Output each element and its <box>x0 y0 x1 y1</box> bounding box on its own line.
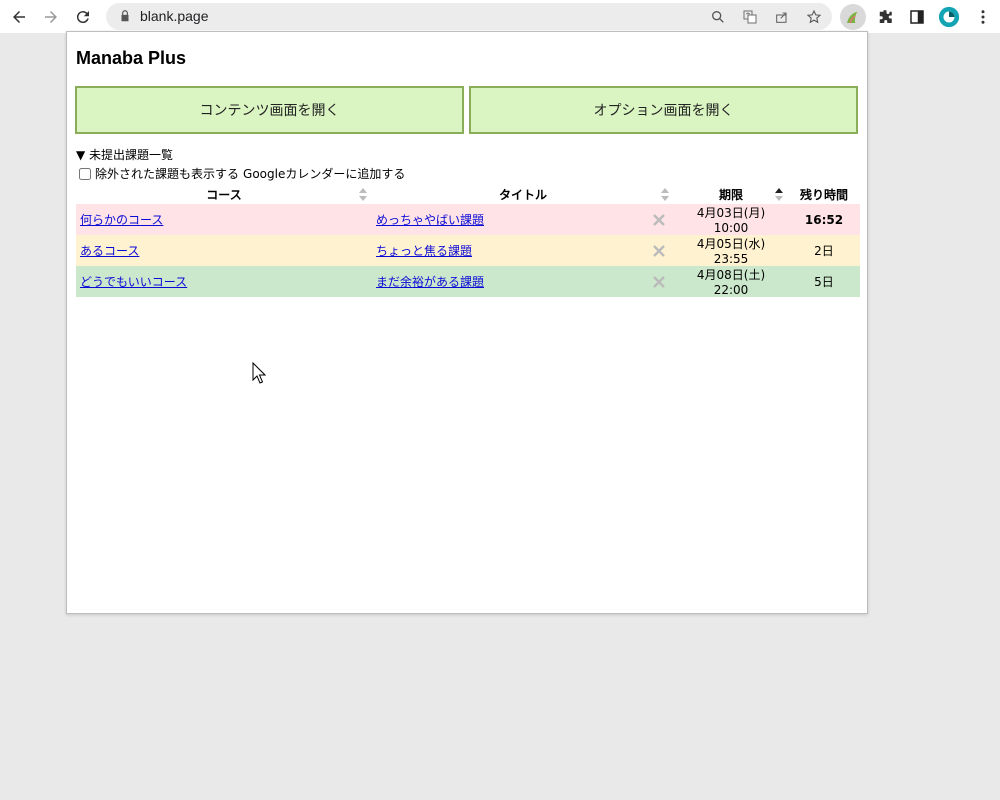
deadline-cell: 4月08日(土) 22:00 <box>696 268 766 297</box>
app-title: Manaba Plus <box>76 48 187 68</box>
close-icon <box>653 213 665 226</box>
forward-button[interactable] <box>38 4 64 30</box>
options-row: 除外された課題も表示する Googleカレンダーに追加する <box>79 165 405 182</box>
share-icon[interactable] <box>772 7 792 27</box>
search-icon[interactable] <box>708 7 728 27</box>
course-link[interactable]: 何らかのコース <box>80 213 163 227</box>
show-excluded-checkbox[interactable] <box>79 167 91 180</box>
table-row: 何らかのコース めっちゃやばい課題 4月03日(月) 10:00 16:52 <box>76 204 860 235</box>
url-text: blank.page <box>140 8 209 24</box>
back-button[interactable] <box>6 4 32 30</box>
table-row: あるコース ちょっと焦る課題 4月05日(水) 23:55 2日 <box>76 235 860 266</box>
assignment-link[interactable]: めっちゃやばい課題 <box>376 213 484 227</box>
deadline-cell: 4月05日(水) 23:55 <box>696 237 766 266</box>
remaining-cell: 2日 <box>814 244 834 258</box>
assignment-link[interactable]: ちょっと焦る課題 <box>376 244 472 258</box>
exclude-button[interactable] <box>644 204 674 235</box>
translate-icon[interactable] <box>740 7 760 27</box>
assignments-summary-toggle[interactable]: ▼ 未提出課題一覧 <box>76 146 173 163</box>
assignments-table: コース タイトル 期限 残り時間 何らかのコース めっちゃやばい課題 4月03日… <box>76 185 860 297</box>
assignment-link[interactable]: まだ余裕がある課題 <box>376 275 484 289</box>
reload-icon <box>76 11 89 24</box>
table-row: どうでもいいコース まだ余裕がある課題 4月08日(土) 22:00 5日 <box>76 266 860 297</box>
sort-both-icon[interactable] <box>358 187 368 202</box>
title-header[interactable]: タイトル <box>372 185 674 204</box>
exclude-button[interactable] <box>644 235 674 266</box>
open-contents-button[interactable]: コンテンツ画面を開く <box>75 86 464 134</box>
arrow-right-icon <box>45 11 57 23</box>
exclude-button[interactable] <box>644 266 674 297</box>
mouse-cursor-icon <box>252 362 266 384</box>
sort-ascending-icon[interactable] <box>774 187 784 202</box>
reload-button[interactable] <box>70 4 96 30</box>
deadline-cell: 4月03日(月) 10:00 <box>696 206 766 235</box>
close-icon <box>653 244 665 257</box>
remaining-cell: 5日 <box>814 275 834 289</box>
google-calendar-link[interactable]: Googleカレンダーに追加する <box>243 165 405 182</box>
course-link[interactable]: あるコース <box>80 244 139 258</box>
profile-avatar-icon[interactable] <box>936 4 962 30</box>
side-panel-icon[interactable] <box>904 4 930 30</box>
menu-kebab-icon[interactable] <box>970 4 996 30</box>
remaining-cell: 16:52 <box>804 212 844 227</box>
course-link[interactable]: どうでもいいコース <box>80 275 187 289</box>
extension-manaba-icon[interactable] <box>840 4 866 30</box>
show-excluded-label[interactable]: 除外された課題も表示する <box>95 165 239 182</box>
browser-toolbar: blank.page <box>0 0 1000 33</box>
sort-both-icon[interactable] <box>660 187 670 202</box>
deadline-header[interactable]: 期限 <box>674 185 788 204</box>
close-icon <box>653 275 665 288</box>
remaining-header: 残り時間 <box>799 188 848 202</box>
course-header[interactable]: コース <box>76 185 372 204</box>
address-bar[interactable]: blank.page <box>106 3 832 30</box>
table-header-row: コース タイトル 期限 残り時間 <box>76 185 860 204</box>
open-options-button[interactable]: オプション画面を開く <box>469 86 858 134</box>
lock-icon <box>121 10 129 22</box>
arrow-left-icon <box>13 11 25 23</box>
star-icon[interactable] <box>804 7 824 27</box>
puzzle-icon[interactable] <box>872 4 898 30</box>
extension-popup: Manaba Plus コンテンツ画面を開く オプション画面を開く ▼ 未提出課… <box>66 31 868 614</box>
